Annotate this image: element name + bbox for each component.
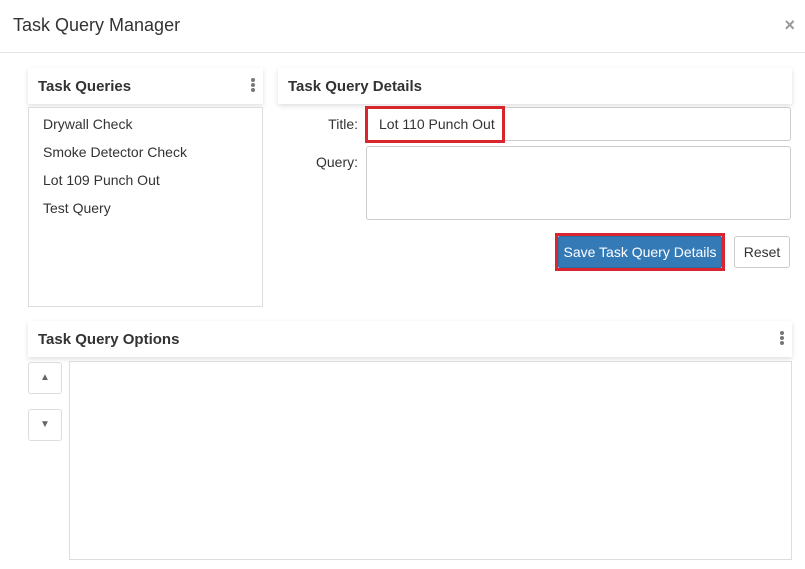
triangle-up-icon: ▲	[40, 372, 50, 383]
task-query-details-title: Task Query Details	[288, 78, 422, 95]
task-queries-title: Task Queries	[38, 78, 132, 95]
close-icon[interactable]: ×	[784, 15, 795, 35]
task-query-details-header: Task Query Details	[278, 68, 792, 104]
task-queries-header: Task Queries	[28, 68, 263, 104]
list-item[interactable]: Test Query	[43, 200, 111, 216]
task-query-options-title: Task Query Options	[38, 331, 180, 348]
list-item[interactable]: Drywall Check	[43, 116, 132, 132]
task-queries-menu-icon[interactable]	[250, 78, 256, 94]
task-query-options-header: Task Query Options	[28, 321, 792, 357]
task-query-options-area[interactable]	[69, 361, 792, 560]
list-item[interactable]: Smoke Detector Check	[43, 144, 187, 160]
task-queries-list: Drywall Check Smoke Detector Check Lot 1…	[28, 107, 263, 307]
dialog-title: Task Query Manager	[13, 15, 181, 35]
move-up-button[interactable]: ▲	[28, 362, 62, 394]
task-query-options-menu-icon[interactable]	[779, 331, 785, 347]
query-textarea[interactable]	[366, 146, 791, 220]
reset-button[interactable]: Reset	[734, 236, 790, 268]
list-item[interactable]: Lot 109 Punch Out	[43, 172, 160, 188]
title-input[interactable]	[366, 107, 791, 141]
triangle-down-icon: ▼	[40, 419, 50, 430]
query-label: Query:	[315, 154, 358, 170]
title-label: Title:	[328, 116, 358, 132]
move-down-button[interactable]: ▼	[28, 409, 62, 441]
save-task-query-details-button[interactable]: Save Task Query Details	[558, 236, 722, 268]
dialog-header: Task Query Manager ×	[0, 0, 805, 53]
